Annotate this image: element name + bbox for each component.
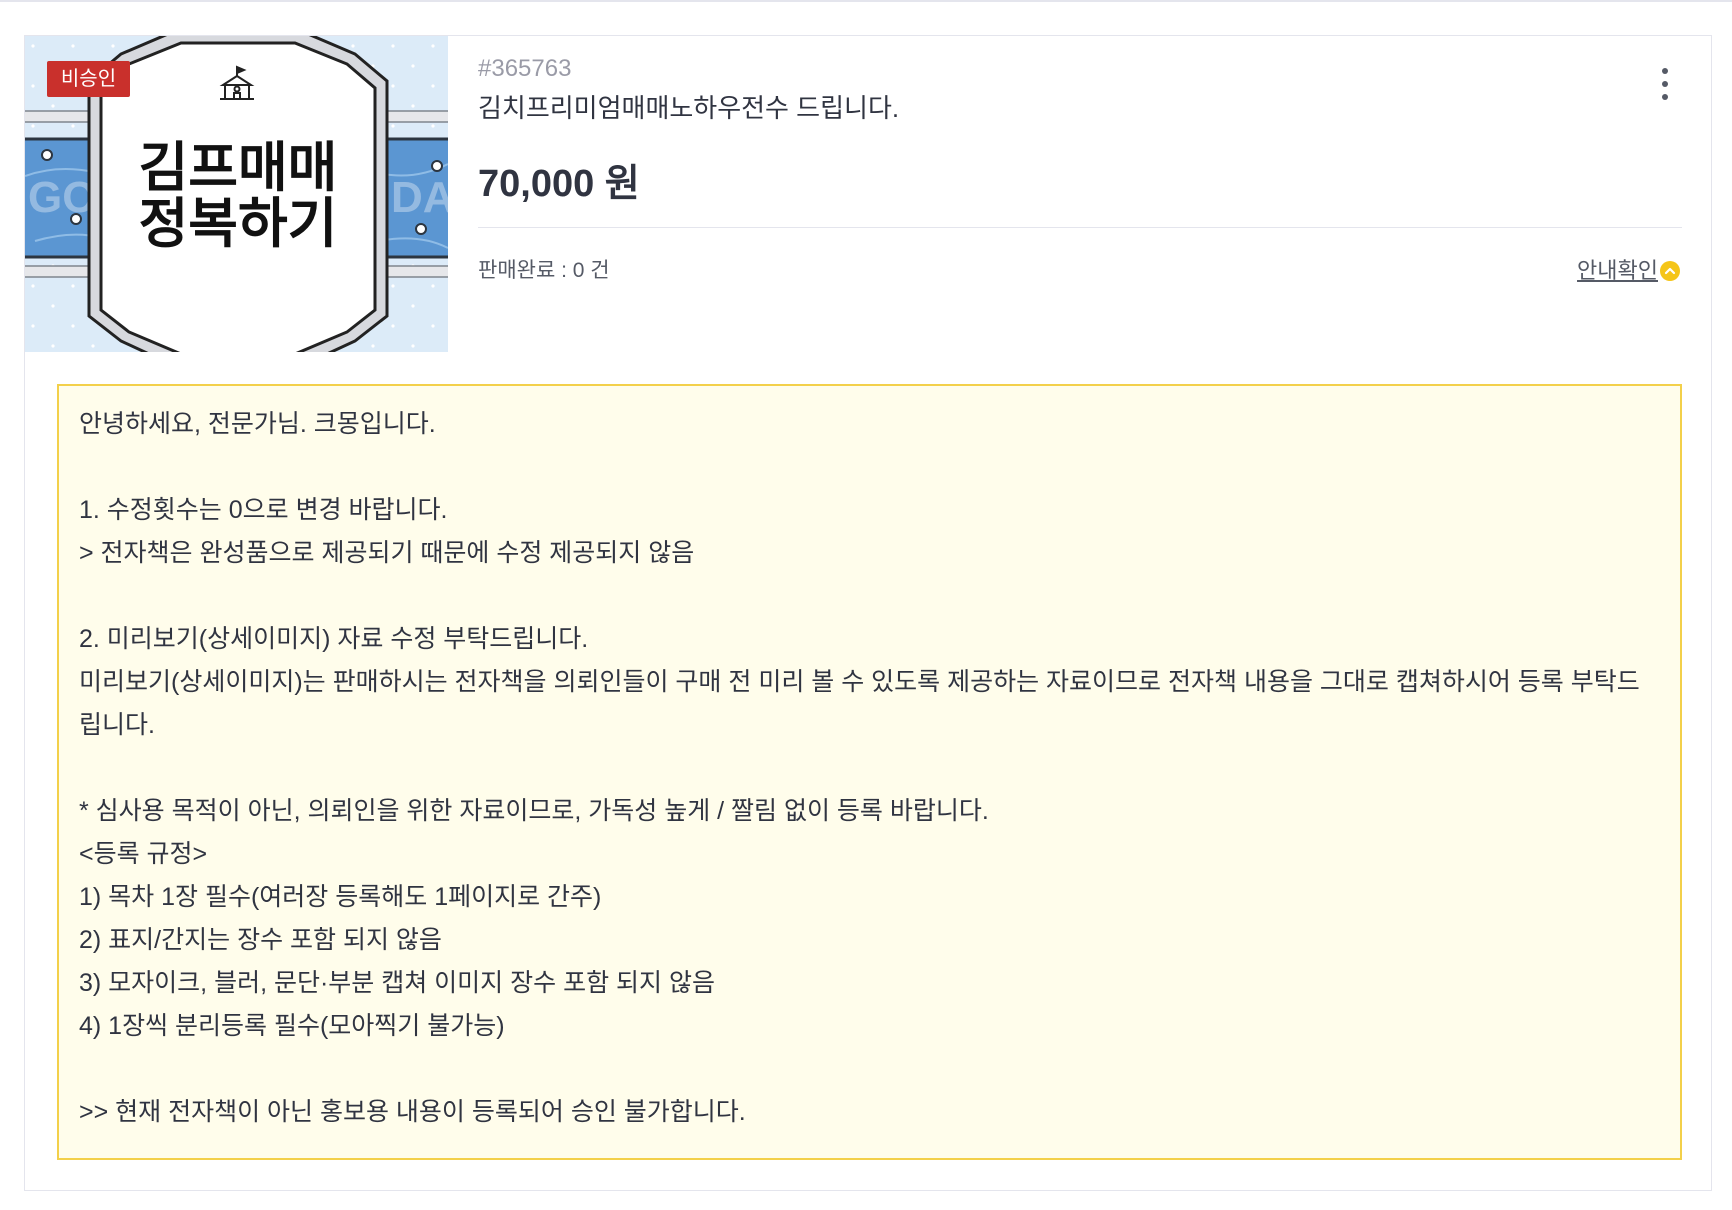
status-badge: 비승인: [47, 61, 130, 97]
notice-greeting: 안녕하세요, 전문가님. 크몽입니다.: [79, 410, 436, 438]
service-price: 70,000 원: [478, 163, 640, 205]
more-vertical-icon: [1662, 68, 1668, 74]
notice-rule-item: 3) 모자이크, 블러, 문단·부분 캡쳐 이미지 장수 포함 되지 않음: [79, 969, 715, 997]
notice-line: 2. 미리보기(상세이미지) 자료 수정 부탁드립니다.: [79, 625, 589, 653]
guide-toggle-link[interactable]: 안내확인: [1577, 257, 1680, 285]
notice-paragraph: 1. 수정횟수는 0으로 변경 바랍니다. > 전자책은 완성품으로 제공되기 …: [79, 489, 1660, 575]
thumbnail-headline-line2: 정복하기: [139, 194, 338, 254]
service-id: #365763: [478, 55, 572, 82]
notice-paragraph: >> 현재 전자책이 아닌 홍보용 내용이 등록되어 승인 불가합니다.: [79, 1091, 1660, 1134]
service-card: GO DA 김프매매 정복하기 비승인 #365763 김치프리미엄매매노하우전…: [24, 35, 1712, 1191]
review-notice-box: 안녕하세요, 전문가님. 크몽입니다. 1. 수정횟수는 0으로 변경 바랍니다…: [57, 384, 1682, 1160]
thumbnail-bg-text-left: GO: [28, 173, 96, 222]
notice-line: * 심사용 목적이 아닌, 의뢰인을 위한 자료이므로, 가독성 높게 / 짤림…: [79, 797, 989, 825]
notice-line: > 전자책은 완성품으로 제공되기 때문에 수정 제공되지 않음: [79, 539, 695, 567]
notice-conclusion: >> 현재 전자책이 아닌 홍보용 내용이 등록되어 승인 불가합니다.: [79, 1098, 746, 1126]
more-vertical-icon-dot: [1662, 81, 1668, 87]
more-vertical-icon-dot: [1662, 94, 1668, 100]
guide-link-label: 안내확인: [1577, 258, 1658, 283]
notice-paragraph: * 심사용 목적이 아닌, 의뢰인을 위한 자료이므로, 가독성 높게 / 짤림…: [79, 790, 1660, 1048]
notice-rule-item: 4) 1장씩 분리등록 필수(모아찍기 불가능): [79, 1012, 505, 1040]
more-menu-button[interactable]: [1653, 64, 1677, 104]
notice-line: 1. 수정횟수는 0으로 변경 바랍니다.: [79, 496, 448, 524]
chevron-up-icon: [1660, 261, 1680, 281]
notice-rule-item: 1) 목차 1장 필수(여러장 등록해도 1페이지로 간주): [79, 883, 602, 911]
info-divider: [478, 227, 1682, 228]
service-title[interactable]: 김치프리미엄매매노하우전수 드립니다.: [478, 92, 899, 124]
notice-paragraph: 2. 미리보기(상세이미지) 자료 수정 부탁드립니다. 미리보기(상세이미지)…: [79, 618, 1660, 747]
notice-line: 미리보기(상세이미지)는 판매하시는 전자책을 의뢰인들이 구매 전 미리 볼 …: [79, 668, 1640, 739]
notice-rule-item: 2) 표지/간지는 장수 포함 되지 않음: [79, 926, 442, 954]
notice-paragraph: 안녕하세요, 전문가님. 크몽입니다.: [79, 403, 1660, 446]
sales-count: 판매완료 : 0 건: [478, 259, 610, 282]
thumbnail-bg-text-right: DA: [391, 173, 448, 222]
thumbnail-headline-line1: 김프매매: [139, 138, 338, 198]
notice-rules-heading: <등록 규정>: [79, 840, 208, 868]
top-divider: [0, 0, 1732, 2]
